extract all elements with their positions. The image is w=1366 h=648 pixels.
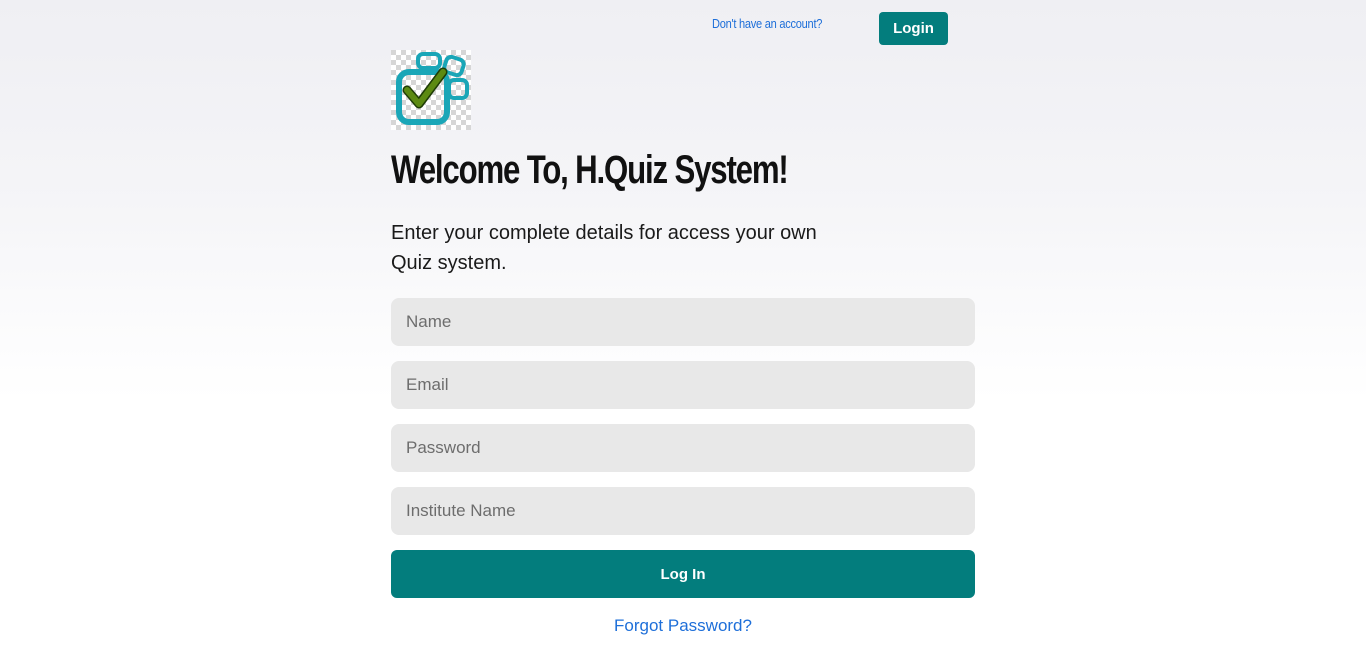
form-fields xyxy=(391,298,975,535)
login-form-container: Welcome To, H.Quiz System! Enter your co… xyxy=(391,50,975,636)
institute-name-field[interactable] xyxy=(391,487,975,535)
header-login-button[interactable]: Login xyxy=(879,12,948,45)
log-in-button[interactable]: Log In xyxy=(391,550,975,598)
password-field[interactable] xyxy=(391,424,975,472)
name-field[interactable] xyxy=(391,298,975,346)
forgot-password-link[interactable]: Forgot Password? xyxy=(391,616,975,636)
page-subtitle: Enter your complete details for access y… xyxy=(391,222,817,274)
signup-link[interactable]: Don't have an account? xyxy=(712,16,822,31)
email-field[interactable] xyxy=(391,361,975,409)
page-title: Welcome To, H.Quiz System! xyxy=(391,148,789,192)
quiz-checkmark-logo xyxy=(391,50,471,130)
